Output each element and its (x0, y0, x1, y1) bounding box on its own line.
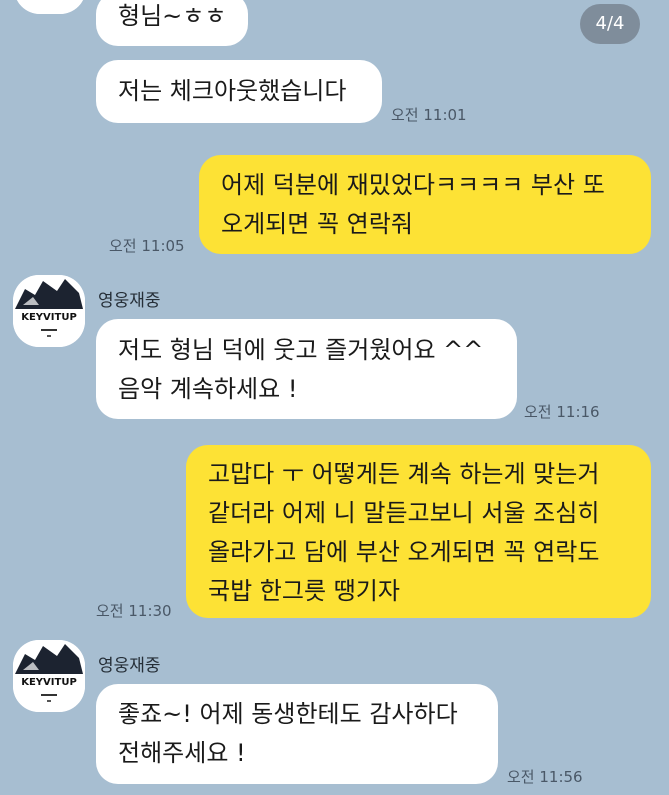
message-text: 전해주세요 ! (118, 739, 246, 767)
svg-text:KEYVITUP: KEYVITUP (21, 677, 77, 688)
message-text: 올라가고 담에 부산 오게되면 꼭 연락도 (208, 538, 600, 566)
sender-name: 영웅재중 (98, 291, 161, 311)
message-timestamp: 오전 11:16 (524, 403, 600, 421)
message-bubble-incoming[interactable]: 저는 체크아웃했습니다 (96, 60, 382, 123)
message-text: 음악 계속하세요 ! (118, 375, 298, 403)
message-timestamp: 오전 11:05 (109, 237, 185, 255)
message-text: 형님~ㅎㅎ (118, 2, 227, 30)
message-text: 어제 덕분에 재밌었다ㅋㅋㅋㅋ 부산 또 (221, 171, 605, 199)
page-counter-badge: 4/4 (580, 4, 640, 44)
chat-screen: 형님~ㅎㅎ 저는 체크아웃했습니다 오전 11:01 어제 덕분에 재밌었다ㅋㅋ… (0, 0, 669, 795)
message-text: 국밥 한그릇 땡기자 (208, 577, 400, 605)
message-text: 같더라 어제 니 말듣고보니 서울 조심히 (208, 499, 600, 527)
message-bubble-incoming[interactable]: 형님~ㅎㅎ (96, 0, 248, 46)
message-timestamp: 오전 11:56 (507, 768, 583, 786)
message-bubble-outgoing[interactable]: 어제 덕분에 재밌었다ㅋㅋㅋㅋ 부산 또 오게되면 꼭 연락줘 (199, 155, 651, 254)
avatar-image-icon (14, 0, 86, 14)
message-bubble-outgoing[interactable]: 고맙다 ㅜ 어떻게든 계속 하는게 맞는거 같더라 어제 니 말듣고보니 서울 … (186, 445, 651, 618)
contact-avatar[interactable]: KEYVITUP (13, 640, 85, 712)
contact-avatar[interactable] (14, 0, 86, 14)
message-text: 고맙다 ㅜ 어떻게든 계속 하는게 맞는거 (208, 460, 600, 488)
message-text: 오게되면 꼭 연락줘 (221, 210, 413, 238)
message-timestamp: 오전 11:01 (391, 106, 467, 124)
message-text: 저도 형님 덕에 웃고 즐거웠어요 ^^ (118, 336, 484, 364)
message-timestamp: 오전 11:30 (96, 602, 172, 620)
message-text: 좋죠~! 어제 동생한테도 감사하다 (118, 700, 458, 728)
avatar-image-icon: KEYVITUP (13, 640, 85, 712)
avatar-image-icon: KEYVITUP (13, 275, 85, 347)
svg-text:KEYVITUP: KEYVITUP (21, 312, 77, 323)
contact-avatar[interactable]: KEYVITUP (13, 275, 85, 347)
message-bubble-incoming[interactable]: 좋죠~! 어제 동생한테도 감사하다 전해주세요 ! (96, 684, 498, 784)
message-bubble-incoming[interactable]: 저도 형님 덕에 웃고 즐거웠어요 ^^ 음악 계속하세요 ! (96, 319, 517, 419)
sender-name: 영웅재중 (98, 656, 161, 676)
message-text: 저는 체크아웃했습니다 (118, 77, 347, 105)
